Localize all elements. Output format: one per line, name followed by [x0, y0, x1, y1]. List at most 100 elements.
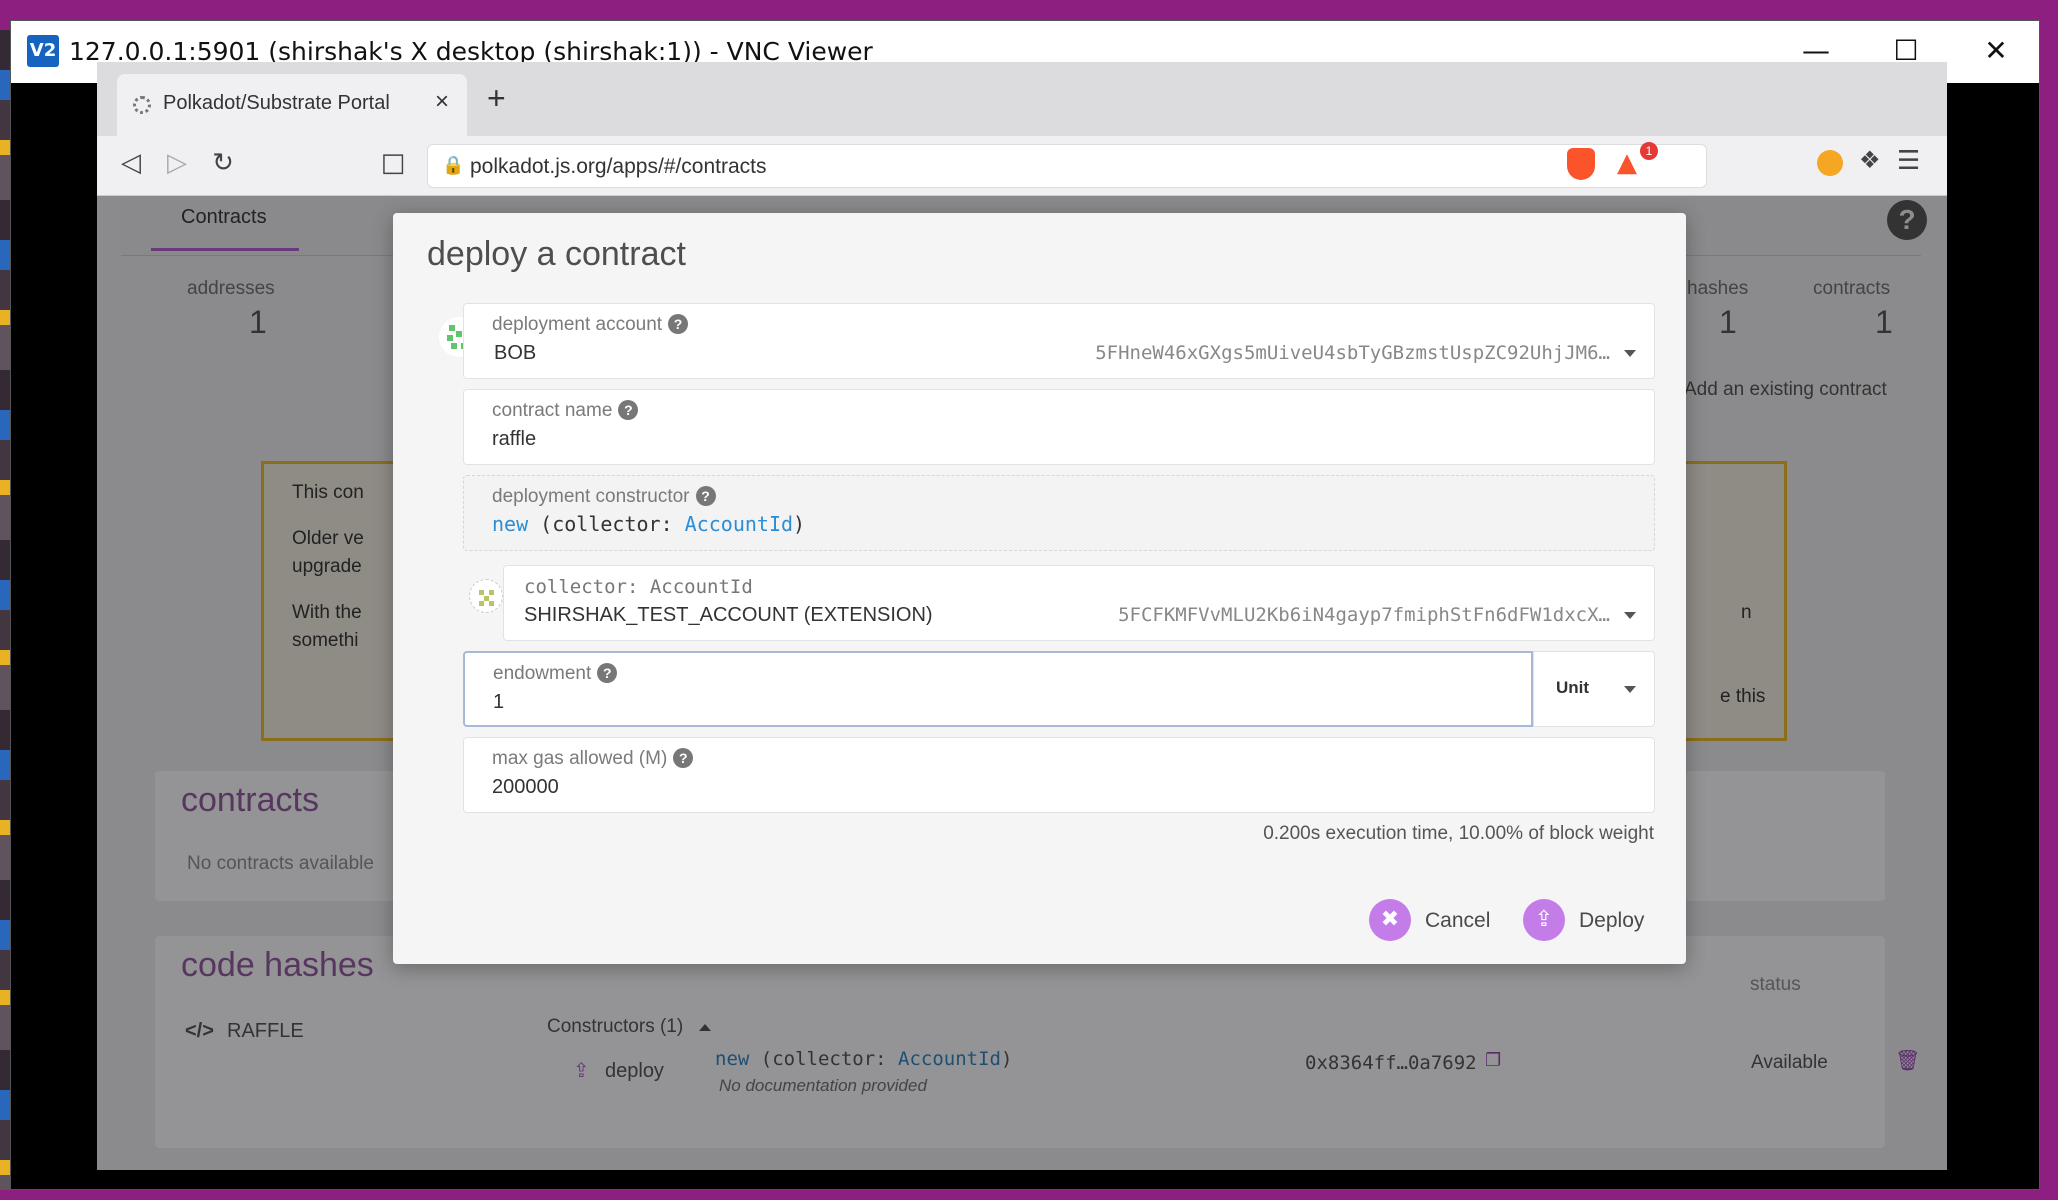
help-icon[interactable]: ?	[618, 400, 639, 420]
endowment-label: endowment?	[493, 663, 618, 685]
polkadot-favicon-icon	[133, 96, 151, 114]
max-gas-label: max gas allowed (M)?	[492, 748, 694, 770]
constructor-close: )	[793, 512, 806, 536]
constructors-toggle[interactable]: Constructors (1)	[547, 1016, 683, 1038]
contract-name-field[interactable]: contract name? raffle	[463, 389, 1655, 465]
warning-line: upgrade	[292, 556, 362, 577]
lock-icon: 🔒	[442, 155, 465, 176]
sig-type: AccountId	[898, 1048, 1001, 1070]
forward-icon[interactable]: ▷	[157, 148, 197, 178]
tab-contracts[interactable]: Contracts	[181, 206, 267, 229]
rewards-badge: 1	[1640, 142, 1658, 160]
endowment-unit-select[interactable]: Unit	[1533, 651, 1655, 727]
max-gas-value: 200000	[492, 776, 559, 798]
stat-addresses-value: 1	[249, 304, 267, 340]
add-existing-contract-button[interactable]: Add an existing contract	[1684, 379, 1887, 401]
tab-bar: Polkadot/Substrate Portal × +	[97, 62, 1947, 136]
warning-line: e this	[1720, 686, 1766, 707]
warning-line: This con	[292, 482, 364, 503]
chevron-down-icon	[1624, 612, 1636, 619]
constructor-type: AccountId	[684, 512, 794, 536]
sig-close: )	[1001, 1048, 1013, 1070]
code-hashes-card: code hashes status </> RAFFLE Constructo…	[155, 936, 1920, 1148]
tab-close-icon[interactable]: ×	[435, 88, 449, 116]
no-docs-text: No documentation provided	[719, 1076, 927, 1095]
extension-orange-icon[interactable]	[1817, 150, 1843, 176]
chevron-down-icon	[1624, 686, 1636, 693]
code-hashes-section-title: code hashes	[181, 946, 374, 984]
extensions-puzzle-icon[interactable]: ❖	[1859, 146, 1881, 175]
deploy-button[interactable]: ⇪ Deploy	[1523, 899, 1653, 943]
constructor-signature: new (collector: AccountId)	[492, 512, 805, 536]
collector-account-address: 5FCFKMFVvMLU2Kb6iN4gayp7fmiphStFn6dFW1dx…	[1118, 604, 1610, 626]
stat-hashes-label: hashes	[1687, 278, 1749, 299]
cancel-x-icon: ✖	[1369, 899, 1411, 941]
bookmark-icon[interactable]: □	[373, 148, 413, 178]
reload-icon[interactable]: ↻	[203, 148, 243, 178]
help-icon[interactable]: ?	[668, 314, 689, 334]
deployment-account-select[interactable]: deployment account? BOB 5FHneW46xGXgs5mU…	[463, 303, 1655, 379]
chevron-up-icon	[699, 1024, 711, 1031]
status-column-header: status	[1750, 974, 1801, 995]
max-gas-field[interactable]: max gas allowed (M)? 200000	[463, 737, 1655, 813]
stat-hashes-value: 1	[1719, 304, 1737, 340]
active-tab-underline	[151, 248, 299, 251]
brave-shield-icon[interactable]	[1567, 148, 1595, 180]
collector-label: collector: AccountId	[524, 576, 753, 598]
constructor-signature: new (collector: AccountId)	[715, 1048, 1012, 1070]
contract-name-value: raffle	[492, 428, 537, 450]
cancel-label: Cancel	[1425, 909, 1491, 932]
browser-tab[interactable]: Polkadot/Substrate Portal ×	[117, 74, 467, 136]
warning-line: With the	[292, 602, 362, 623]
collector-identicon	[469, 579, 503, 613]
collector-account-value: SHIRSHAK_TEST_ACCOUNT (EXTENSION)	[524, 604, 933, 626]
address-bar[interactable]: 🔒 polkadot.js.org/apps/#/contracts	[427, 144, 1707, 188]
deployment-constructor-select[interactable]: deployment constructor? new (collector: …	[463, 475, 1655, 551]
close-icon[interactable]: ✕	[1961, 31, 2031, 71]
help-icon[interactable]: ?	[1887, 200, 1927, 240]
sig-keyword: new	[715, 1048, 750, 1070]
stat-addresses-label: addresses	[187, 278, 275, 299]
vnc-logo-icon: V2	[27, 35, 59, 67]
chevron-down-icon	[1624, 350, 1636, 357]
constructor-params: (collector:	[528, 512, 685, 536]
status-value: Available	[1751, 1052, 1828, 1073]
deploy-upload-icon[interactable]: ⇪	[573, 1058, 590, 1082]
unit-label: Unit	[1556, 678, 1590, 697]
new-tab-icon[interactable]: +	[487, 82, 506, 114]
back-icon[interactable]: ◁	[111, 148, 151, 178]
warning-line: n	[1741, 602, 1752, 623]
code-hash-name: RAFFLE	[227, 1020, 304, 1042]
no-contracts-text: No contracts available	[187, 853, 374, 874]
tab-title: Polkadot/Substrate Portal	[163, 92, 390, 114]
deployment-account-label: deployment account?	[492, 314, 689, 336]
deploy-contract-modal: deploy a contract deployment account? BO…	[393, 213, 1686, 964]
contracts-section-title: contracts	[181, 781, 319, 819]
sig-params: (collector:	[749, 1048, 899, 1070]
deployment-account-value: BOB	[494, 342, 537, 364]
help-icon[interactable]: ?	[597, 663, 618, 683]
gas-info-text: 0.200s execution time, 10.00% of block w…	[1263, 823, 1654, 844]
navigation-bar: ◁ ▷ ↻ □ 🔒 polkadot.js.org/apps/#/contrac…	[97, 136, 1947, 196]
deploy-label: Deploy	[1579, 909, 1645, 932]
contract-name-label: contract name?	[492, 400, 639, 422]
help-icon[interactable]: ?	[673, 748, 694, 768]
trash-icon[interactable]: 🗑	[1895, 1048, 1920, 1073]
browser-menu-icon[interactable]: ☰	[1897, 146, 1920, 176]
copy-icon[interactable]: ❐	[1485, 1050, 1501, 1071]
stat-contracts-label: contracts	[1813, 278, 1891, 299]
warning-line: somethi	[292, 630, 359, 651]
help-icon[interactable]: ?	[695, 486, 716, 506]
code-deploy-button[interactable]: deploy	[605, 1060, 664, 1083]
stat-contracts-value: 1	[1875, 304, 1893, 340]
cancel-button[interactable]: ✖ Cancel	[1369, 899, 1499, 943]
deployment-constructor-label: deployment constructor?	[492, 486, 716, 508]
modal-title: deploy a contract	[427, 235, 686, 273]
desktop-icon-strip	[0, 30, 10, 1190]
endowment-input[interactable]: endowment? 1	[463, 651, 1533, 727]
upload-icon: ⇪	[1523, 899, 1565, 941]
collector-account-select[interactable]: collector: AccountId SHIRSHAK_TEST_ACCOU…	[503, 565, 1655, 641]
endowment-value: 1	[493, 691, 505, 713]
constructor-keyword: new	[492, 512, 529, 536]
url-text: polkadot.js.org/apps/#/contracts	[470, 155, 767, 178]
